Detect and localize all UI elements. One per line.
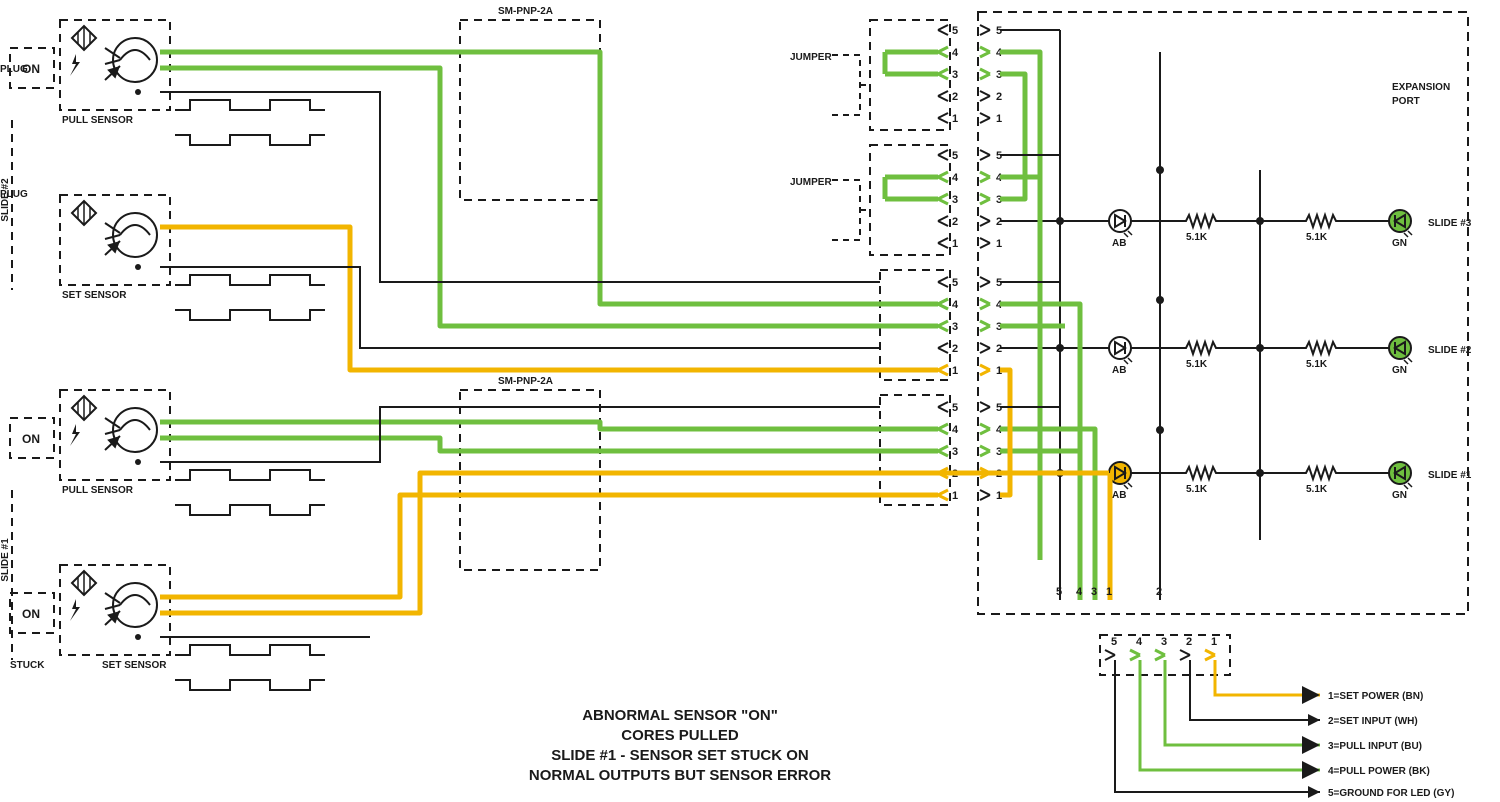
- svg-text:1: 1: [996, 238, 1002, 250]
- svg-text:3: 3: [1091, 586, 1097, 598]
- svg-text:5: 5: [952, 25, 958, 37]
- legend-5: 5=GROUND FOR LED (GY): [1328, 788, 1454, 799]
- svg-text:3: 3: [952, 446, 958, 458]
- svg-text:2: 2: [952, 343, 958, 355]
- svg-text:5.1K: 5.1K: [1186, 484, 1208, 495]
- svg-text:5.1K: 5.1K: [1306, 359, 1328, 370]
- legend-2: 2=SET INPUT (WH): [1328, 716, 1418, 727]
- svg-text:3: 3: [1161, 636, 1167, 648]
- svg-text:AB: AB: [1112, 238, 1126, 249]
- jumper-a: JUMPERPLUG: [0, 20, 950, 130]
- svg-text:1: 1: [952, 490, 958, 502]
- svg-text:PULL SENSOR: PULL SENSOR: [62, 115, 134, 126]
- svg-text:3: 3: [952, 69, 958, 81]
- svg-text:3: 3: [952, 194, 958, 206]
- svg-text:SM-PNP-2A: SM-PNP-2A: [498, 376, 553, 387]
- svg-text:2: 2: [1186, 636, 1192, 648]
- svg-text:1: 1: [952, 365, 958, 377]
- sensor-slide1-pull: PULL SENSOR: [60, 390, 170, 496]
- sensor-slide2-pull: PULL SENSOR: [60, 20, 170, 126]
- jumper-b: JUMPERPLUG: [0, 145, 950, 255]
- svg-text:NORMAL OUTPUTS BUT SENSOR ERRO: NORMAL OUTPUTS BUT SENSOR ERROR: [529, 767, 831, 784]
- title-block: ABNORMAL SENSOR "ON" CORES PULLED SLIDE …: [529, 707, 831, 784]
- legend-1: 1=SET POWER (BN): [1328, 691, 1423, 702]
- sensor-slide1-set: SET SENSOR: [60, 565, 170, 671]
- svg-text:ON: ON: [22, 432, 40, 446]
- svg-text:SLIDE #2: SLIDE #2: [1428, 345, 1472, 356]
- expansion-port: EXPANSIONPORT: [978, 12, 1468, 614]
- svg-text:5: 5: [952, 277, 958, 289]
- svg-text:4: 4: [1136, 636, 1143, 648]
- sensor-slide2-set: SET SENSOR: [60, 195, 170, 301]
- svg-text:2: 2: [952, 91, 958, 103]
- svg-text:2: 2: [1156, 586, 1162, 598]
- legend-4: 4=PULL POWER (BK): [1328, 766, 1430, 777]
- svg-text:SM-PNP-2A: SM-PNP-2A: [498, 6, 553, 17]
- svg-text:5.1K: 5.1K: [1186, 232, 1208, 243]
- svg-text:PULL SENSOR: PULL SENSOR: [62, 485, 134, 496]
- svg-text:STUCK: STUCK: [10, 660, 45, 671]
- svg-text:GN: GN: [1392, 490, 1407, 501]
- module-top: SM-PNP-2A: [460, 6, 600, 200]
- svg-text:1: 1: [996, 113, 1002, 125]
- jumper-b-label: JUMPERPLUG: [0, 177, 832, 200]
- svg-text:5: 5: [952, 402, 958, 414]
- svg-text:GN: GN: [1392, 365, 1407, 376]
- row-slide3: AB 5.1K 5.1K GN SLIDE #3: [1000, 210, 1472, 249]
- svg-text:4: 4: [952, 47, 959, 59]
- svg-text:SLIDE #1: SLIDE #1: [1428, 470, 1472, 481]
- svg-text:CORES PULLED: CORES PULLED: [621, 727, 739, 744]
- legend-connector: 5 4 3 2 1 1=SET POWER (BN) 2=SET INPUT (…: [1100, 635, 1454, 799]
- svg-text:5.1K: 5.1K: [1186, 359, 1208, 370]
- legend-3: 3=PULL INPUT (BU): [1328, 741, 1422, 752]
- svg-text:ABNORMAL SENSOR "ON": ABNORMAL SENSOR "ON": [582, 707, 778, 724]
- svg-text:3: 3: [952, 321, 958, 333]
- svg-text:JUMPERPLUG: JUMPERPLUG: [0, 177, 832, 200]
- svg-text:SLIDE #1: SLIDE #1: [0, 538, 11, 582]
- svg-text:1: 1: [1106, 586, 1112, 598]
- svg-text:1: 1: [952, 238, 958, 250]
- svg-text:5.1K: 5.1K: [1306, 484, 1328, 495]
- svg-text:SLIDE #3: SLIDE #3: [1428, 218, 1472, 229]
- svg-text:SLIDE #1 - SENSOR SET STUCK ON: SLIDE #1 - SENSOR SET STUCK ON: [551, 747, 809, 764]
- row-slide1: AB 5.1K 5.1K GN SLIDE #1: [1109, 462, 1472, 501]
- svg-text:GN: GN: [1392, 238, 1407, 249]
- svg-text:4: 4: [952, 172, 959, 184]
- svg-text:5.1K: 5.1K: [1306, 232, 1328, 243]
- svg-text:AB: AB: [1112, 490, 1126, 501]
- svg-text:SET SENSOR: SET SENSOR: [102, 660, 167, 671]
- svg-text:5: 5: [952, 150, 958, 162]
- svg-text:SET SENSOR: SET SENSOR: [62, 290, 127, 301]
- schematic-diagram: PULL SENSOR ON SET SENSOR PULL SENSOR ON…: [0, 0, 1500, 802]
- svg-text:5: 5: [1056, 586, 1062, 598]
- svg-text:1: 1: [1211, 636, 1217, 648]
- svg-text:5: 5: [1111, 636, 1117, 648]
- row-slide2: AB 5.1K 5.1K GN SLIDE #2: [1000, 337, 1472, 376]
- svg-text:1: 1: [952, 113, 958, 125]
- svg-text:4: 4: [952, 424, 959, 436]
- svg-text:2: 2: [952, 216, 958, 228]
- svg-text:ON: ON: [22, 607, 40, 621]
- svg-text:2: 2: [996, 91, 1002, 103]
- svg-text:4: 4: [952, 299, 959, 311]
- svg-text:EXPANSIONPORT: EXPANSIONPORT: [1392, 82, 1450, 107]
- svg-text:AB: AB: [1112, 365, 1126, 376]
- svg-text:4: 4: [1076, 586, 1083, 598]
